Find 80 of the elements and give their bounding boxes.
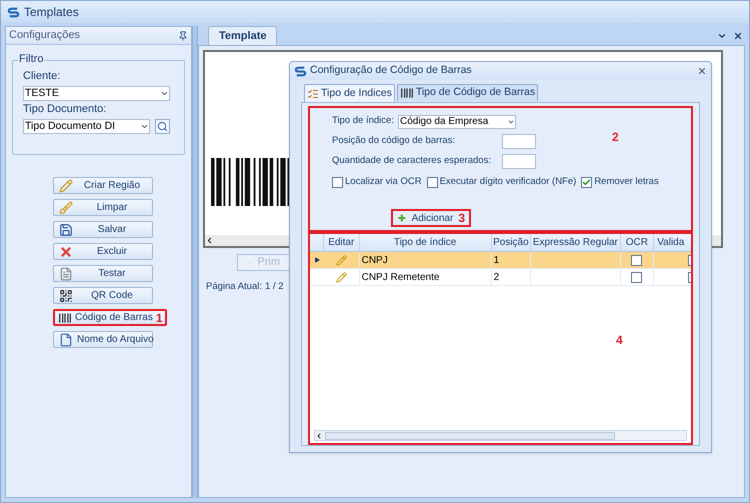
field-label: Tipo de índice:	[332, 114, 394, 128]
column-header[interactable]: Valida	[654, 234, 691, 251]
action-button[interactable]: Testar	[53, 265, 153, 282]
dialog-tab[interactable]: Tipo de Código de Barras	[396, 84, 538, 101]
edit-icon[interactable]	[336, 272, 347, 282]
chevron-down-icon	[160, 89, 169, 98]
barcode-icon	[58, 310, 72, 324]
table-cell: 2	[492, 269, 532, 285]
checkbox[interactable]	[688, 272, 691, 282]
action-button[interactable]: Nome do Arquivo	[53, 331, 153, 348]
window-title: Templates	[24, 4, 79, 21]
brush-icon	[59, 200, 73, 214]
checkbox[interactable]	[688, 254, 691, 266]
pin-icon[interactable]	[178, 30, 188, 40]
input-field[interactable]	[502, 154, 536, 169]
checkbox[interactable]	[332, 176, 343, 188]
scroll-left-icon[interactable]	[205, 236, 214, 245]
action-button[interactable]: Excluir	[53, 243, 153, 260]
page-icon	[59, 266, 73, 280]
action-button[interactable]: QR Code	[53, 287, 153, 304]
dropdown[interactable]: TESTE	[23, 86, 170, 101]
barcode-icon	[400, 86, 414, 100]
checkbox-label: Executar dígito verificador (NFe)	[440, 175, 576, 189]
file-icon	[59, 332, 73, 346]
field-label: Posição do código de barras:	[332, 134, 456, 148]
dropdown[interactable]: Código da Empresa	[398, 114, 516, 128]
page-number: 1 / 2	[265, 280, 284, 294]
panel-title: Configurações	[9, 28, 80, 44]
annotation-number: 4	[616, 334, 623, 346]
row-pointer-icon	[314, 257, 320, 263]
checkbox[interactable]	[631, 254, 642, 266]
column-header[interactable]: Expressão Regular	[531, 234, 621, 251]
checkbox[interactable]	[426, 176, 438, 188]
logo-icon	[7, 6, 20, 18]
close-icon[interactable]	[697, 66, 707, 76]
checkbox-label: Localizar via OCR	[345, 175, 422, 189]
check-icon	[582, 178, 592, 187]
table-cell: 1	[492, 252, 532, 268]
qr-code-icon	[59, 288, 73, 302]
field-label: Tipo Documento:	[23, 104, 108, 115]
search-icon	[157, 121, 168, 132]
checkbox[interactable]	[581, 176, 592, 188]
chevron-down-icon	[140, 122, 149, 131]
dropdown[interactable]: Tipo Documento DI	[23, 119, 150, 134]
input-field[interactable]	[502, 134, 536, 149]
table-row[interactable]: CNPJ 1	[310, 252, 691, 269]
action-button[interactable]: Código de Barras 1	[53, 309, 167, 326]
table-cell: CNPJ Remetente	[360, 269, 492, 285]
column-header[interactable]: Tipo de índice	[360, 234, 492, 251]
pencil-icon	[59, 178, 73, 192]
dropdown-icon[interactable]	[717, 31, 727, 41]
table-row[interactable]: CNPJ Remetente 2	[310, 269, 691, 286]
checkbox-label: Remover letras	[594, 175, 659, 189]
add-button[interactable]: Adicionar 3	[391, 209, 471, 228]
scroll-thumb[interactable]	[325, 432, 615, 440]
document-tab[interactable]: Template	[208, 26, 278, 45]
delete-icon	[59, 244, 73, 258]
horizontal-scrollbar[interactable]	[314, 430, 687, 441]
column-header[interactable]: OCR	[620, 234, 654, 251]
field-label: Quantidade de caracteres esperados:	[332, 154, 492, 168]
annotation-number: 2	[612, 131, 619, 143]
field-label: Cliente:	[23, 71, 62, 82]
list-icon	[307, 88, 319, 100]
logo-icon	[294, 64, 307, 78]
dialog-title: Configuração de Código de Barras	[310, 63, 472, 78]
dialog-tab[interactable]: Tipo de Indices	[304, 84, 395, 102]
plus-icon	[397, 212, 407, 224]
search-button[interactable]	[155, 119, 170, 134]
save-icon	[59, 222, 73, 236]
close-icon[interactable]	[733, 31, 743, 41]
column-header[interactable]: Posição	[492, 234, 532, 251]
checkbox[interactable]	[631, 272, 642, 282]
action-button[interactable]: Criar Região	[53, 177, 153, 194]
table-cell: CNPJ	[360, 252, 492, 268]
group-title: Filtro	[18, 54, 44, 65]
action-button[interactable]: Salvar	[53, 221, 153, 238]
page-label: Página Atual:	[206, 280, 262, 294]
action-button[interactable]: Limpar	[53, 199, 153, 216]
column-header[interactable]: Editar	[324, 234, 360, 251]
scroll-left-icon[interactable]	[315, 432, 323, 440]
